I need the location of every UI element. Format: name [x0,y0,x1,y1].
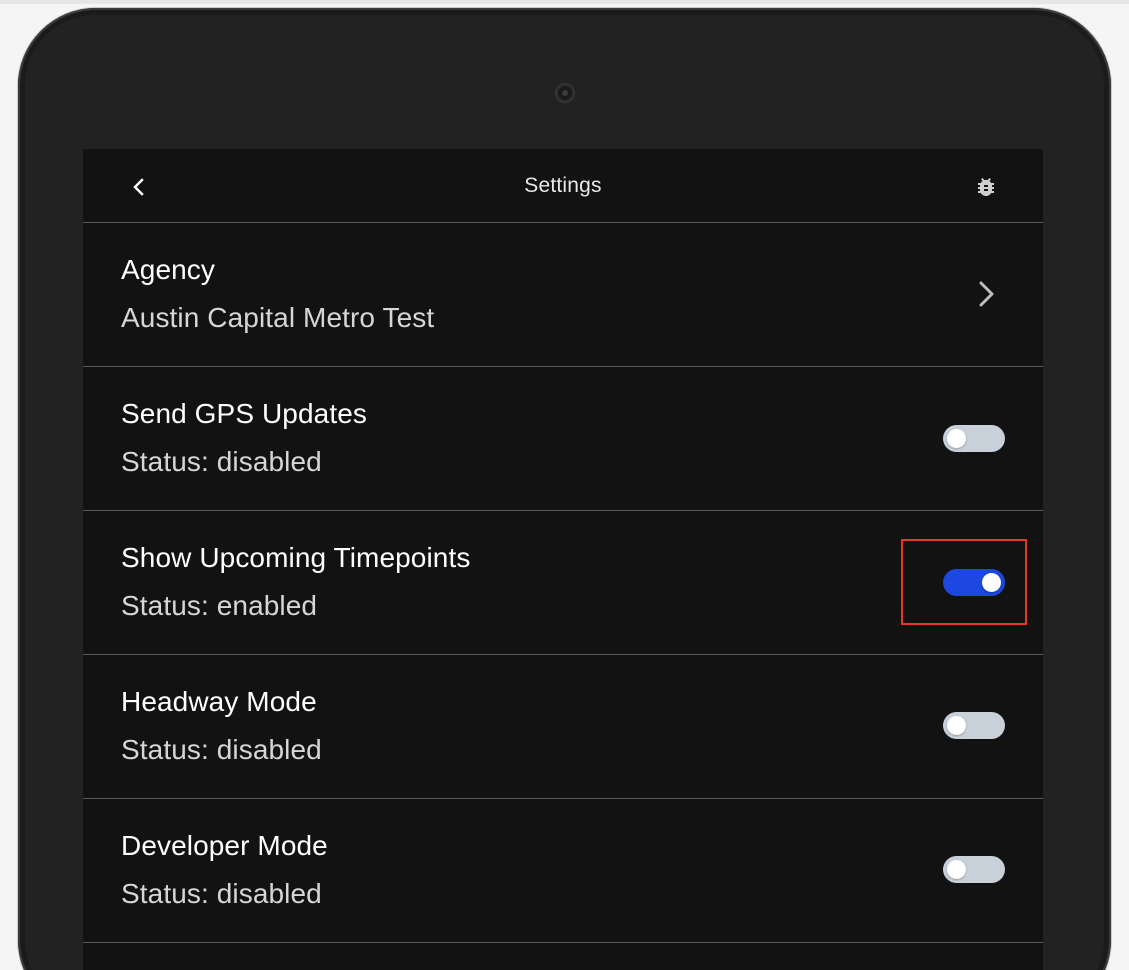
headway-mode-title: Headway Mode [121,686,317,717]
upcoming-timepoints-row: Show Upcoming Timepoints Status: enabled [83,511,1043,655]
headway-mode-row: Headway Mode Status: disabled [83,655,1043,799]
upcoming-timepoints-title: Show Upcoming Timepoints [121,542,471,573]
agency-row[interactable]: Agency Austin Capital Metro Test [83,223,1043,367]
developer-mode-status: Status: disabled [121,878,322,909]
chevron-left-icon [133,178,144,196]
toggle-knob [947,716,966,735]
page-title: Settings [524,173,602,197]
developer-mode-toggle[interactable] [943,856,1005,883]
send-gps-toggle[interactable] [943,425,1005,452]
agency-title: Agency [121,254,215,285]
top-strip [0,0,1129,4]
settings-screen: Settings Agency Austin Capital Metro Tes… [83,149,1043,970]
back-button[interactable] [123,171,155,203]
agency-value: Austin Capital Metro Test [121,302,435,333]
headway-mode-toggle[interactable] [943,712,1005,739]
toggle-knob [947,860,966,879]
toggle-knob [982,573,1001,592]
toggle-knob [947,429,966,448]
debug-button[interactable] [969,170,1003,204]
upcoming-timepoints-status: Status: enabled [121,590,318,621]
bug-icon [978,178,994,196]
chevron-right-icon [979,281,994,307]
camera-icon [556,84,574,102]
app-bar: Settings [83,149,1043,223]
upcoming-timepoints-toggle[interactable] [943,569,1005,596]
developer-mode-row: Developer Mode Status: disabled [83,799,1043,943]
headway-mode-status: Status: disabled [121,734,322,765]
send-gps-status: Status: disabled [121,446,322,477]
send-gps-title: Send GPS Updates [121,398,367,429]
developer-mode-title: Developer Mode [121,830,328,861]
page: Settings Agency Austin Capital Metro Tes… [0,0,1129,970]
send-gps-row: Send GPS Updates Status: disabled [83,367,1043,511]
